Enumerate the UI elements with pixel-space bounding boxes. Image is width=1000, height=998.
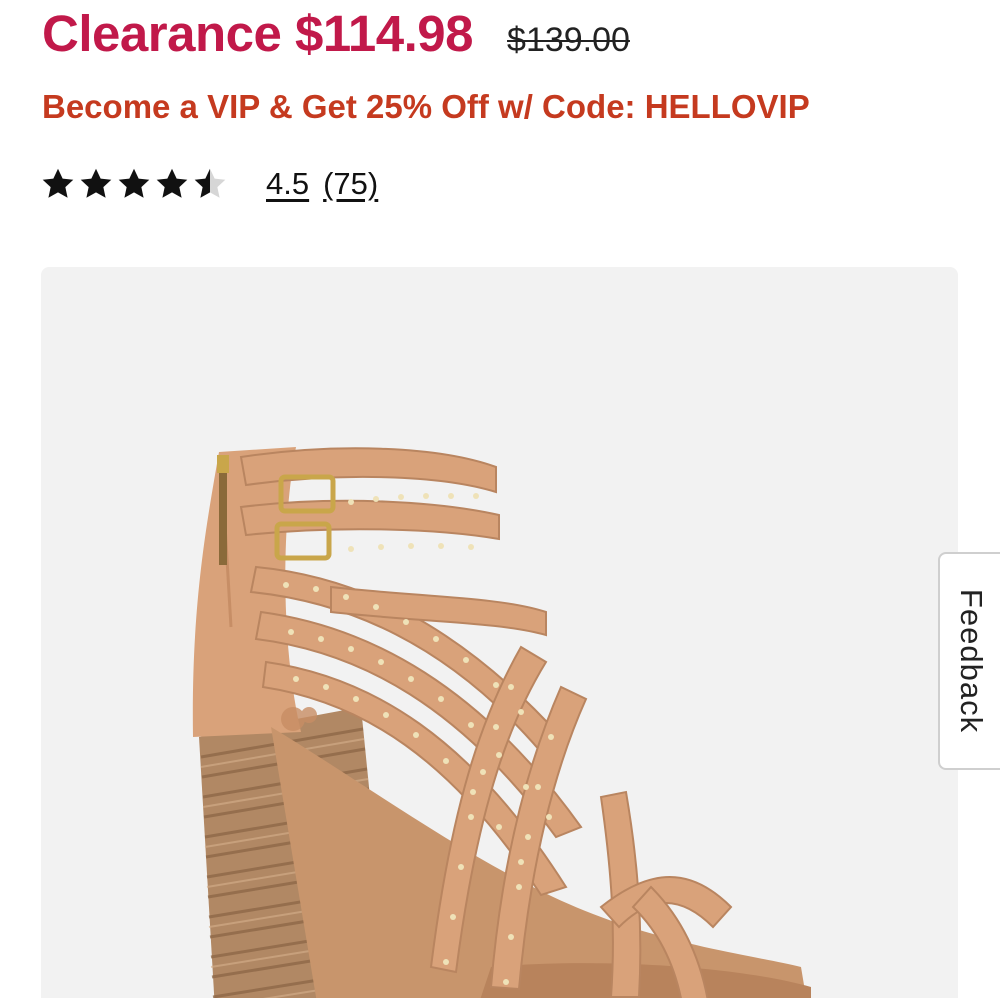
review-count-link[interactable]: (75) [323,166,378,202]
rating-row[interactable]: 4.5 (75) [40,166,378,202]
sandal-illustration [192,447,811,998]
star-full-icon [118,168,150,198]
rating-links: 4.5 (75) [266,166,378,202]
feedback-tab[interactable]: Feedback [938,552,1000,770]
price-row: Clearance $114.98 $139.00 [42,4,630,63]
sale-price: Clearance $114.98 [42,5,474,62]
star-full-icon [156,168,188,198]
star-rating [40,166,228,202]
original-price: $139.00 [507,21,630,59]
vip-promo-text: Become a VIP & Get 25% Off w/ Code: HELL… [42,88,810,125]
rating-score-link[interactable]: 4.5 [266,166,309,202]
product-detail-page: Clearance $114.98 $139.00 Become a VIP &… [0,0,1000,998]
star-full-icon [42,168,74,198]
feedback-label: Feedback [954,588,989,734]
star-half-icon [194,168,226,198]
product-image[interactable] [41,267,958,998]
star-full-icon [80,168,112,198]
